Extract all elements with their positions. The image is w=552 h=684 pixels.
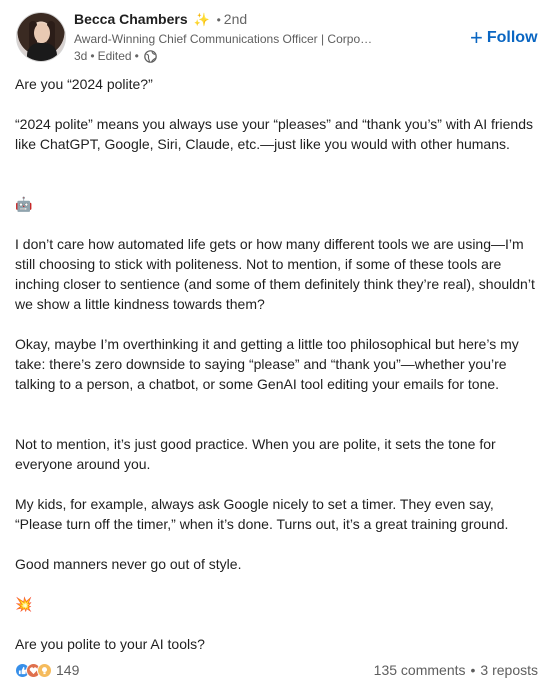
reaction-count: 149 [56,662,80,678]
follow-label: Follow [486,29,538,46]
insightful-reaction-icon [37,662,52,678]
post-paragraph: Not to mention, it’s just good practice.… [15,436,496,472]
avatar[interactable] [16,12,66,62]
post-paragraph: Are you polite to your AI tools? [15,636,205,652]
connection-degree: 2nd [223,11,248,27]
post-paragraph: “2024 polite” means you always use your … [15,116,534,152]
post-body: Are you “2024 polite?” “2024 polite” mea… [15,74,539,654]
post-paragraph: My kids, for example, always ask Google … [15,496,509,532]
post-paragraph: Are you “2024 polite?” [15,76,153,92]
edited-label: Edited [97,49,132,63]
avatar-face [34,23,50,43]
comments-count[interactable]: 135 comments [374,662,466,678]
collision-emoji: 💥 [15,596,33,612]
separator-dot: • [90,49,95,63]
sparkle-icon: ✨ [193,12,210,27]
follow-button[interactable]: + Follow [470,25,538,50]
author-line: Becca Chambers ✨ • 2nd [74,11,247,28]
author-headline: Award-Winning Chief Communications Offic… [74,32,373,46]
linkedin-post: Becca Chambers ✨ • 2nd Award-Winning Chie… [0,0,552,684]
post-time: 3d [74,49,88,63]
separator-dot: • [470,662,476,678]
post-header: Becca Chambers ✨ • 2nd Award-Winning Chie… [16,10,546,66]
globe-icon [144,49,157,63]
plus-icon: + [470,25,483,50]
post-paragraph: Okay, maybe I’m overthinking it and gett… [15,336,519,392]
author-name[interactable]: Becca Chambers [74,11,188,27]
post-meta: 3d • Edited • [74,49,157,63]
post-paragraph: Good manners never go out of style. [15,556,242,572]
reposts-count[interactable]: 3 reposts [480,662,538,678]
post-paragraph: I don’t care how automated life gets or … [15,236,535,312]
robot-emoji: 🤖 [15,196,33,212]
avatar-shirt [27,43,57,61]
separator-dot: • [134,49,139,63]
separator-dot: • [216,13,221,27]
social-counts: 149 135 comments • 3 reposts [15,660,538,680]
engagement-stats: 135 comments • 3 reposts [374,662,538,678]
reactions-summary[interactable]: 149 [15,662,79,678]
